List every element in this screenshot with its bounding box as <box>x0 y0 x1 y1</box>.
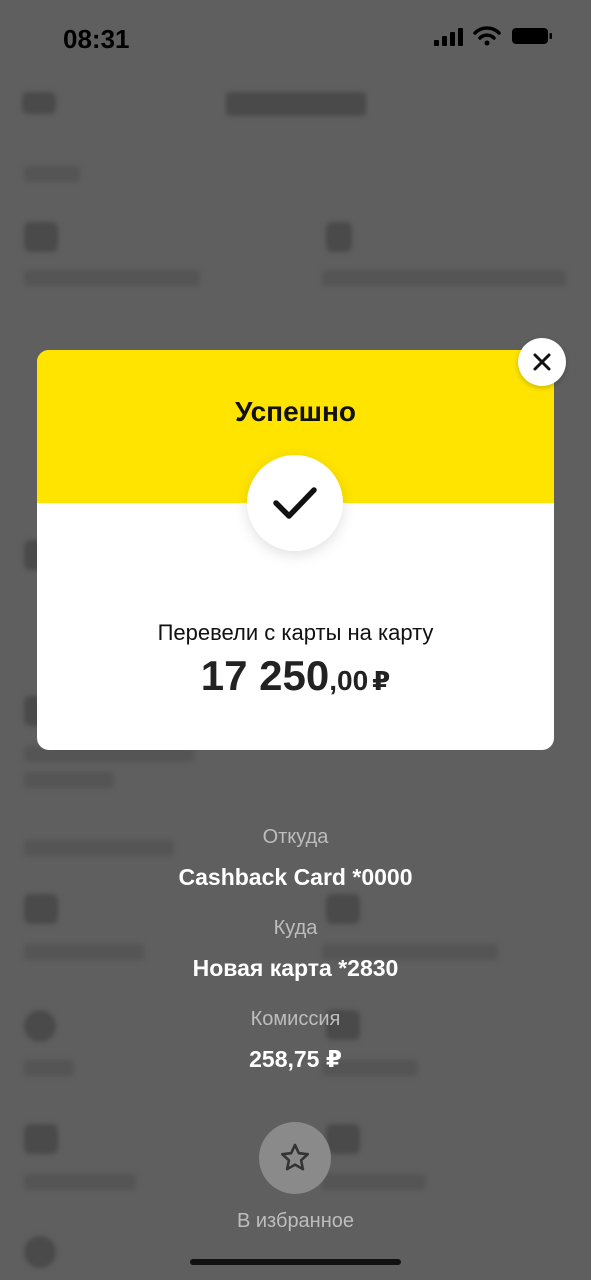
fee-label: Комиссия <box>250 1008 341 1030</box>
check-icon <box>273 487 317 519</box>
wifi-icon <box>473 26 501 46</box>
add-to-favorites-button[interactable] <box>259 1122 331 1194</box>
modal-title: Успешно <box>234 396 357 427</box>
from-label: Откуда <box>262 826 329 848</box>
fee-value: 258,75 ₽ <box>249 1046 342 1072</box>
favorites-label: В избранное <box>236 1210 355 1232</box>
back-arrow-icon <box>22 92 56 114</box>
amount-decimals: ,00 <box>329 665 369 696</box>
home-indicator[interactable] <box>190 1259 401 1265</box>
to-value: Новая карта *2830 <box>192 955 399 981</box>
transfer-description: Перевели с карты на карту <box>157 620 434 645</box>
from-value: Cashback Card *0000 <box>178 864 413 890</box>
to-label: Куда <box>273 917 318 939</box>
amount-integer: 17 250 <box>200 652 330 699</box>
success-check <box>247 455 343 551</box>
signal-icon <box>434 26 463 46</box>
status-icons <box>434 26 553 46</box>
currency-symbol: ₽ <box>372 666 391 696</box>
close-icon <box>533 353 551 371</box>
star-icon <box>280 1143 310 1171</box>
transfer-amount: 17 250,00 ₽ <box>37 652 554 700</box>
battery-icon <box>512 28 552 44</box>
close-button[interactable] <box>518 338 566 386</box>
status-time: 08:31 <box>63 24 130 54</box>
success-modal: Успешно Перевели с карты на карту 17 250… <box>37 350 554 750</box>
